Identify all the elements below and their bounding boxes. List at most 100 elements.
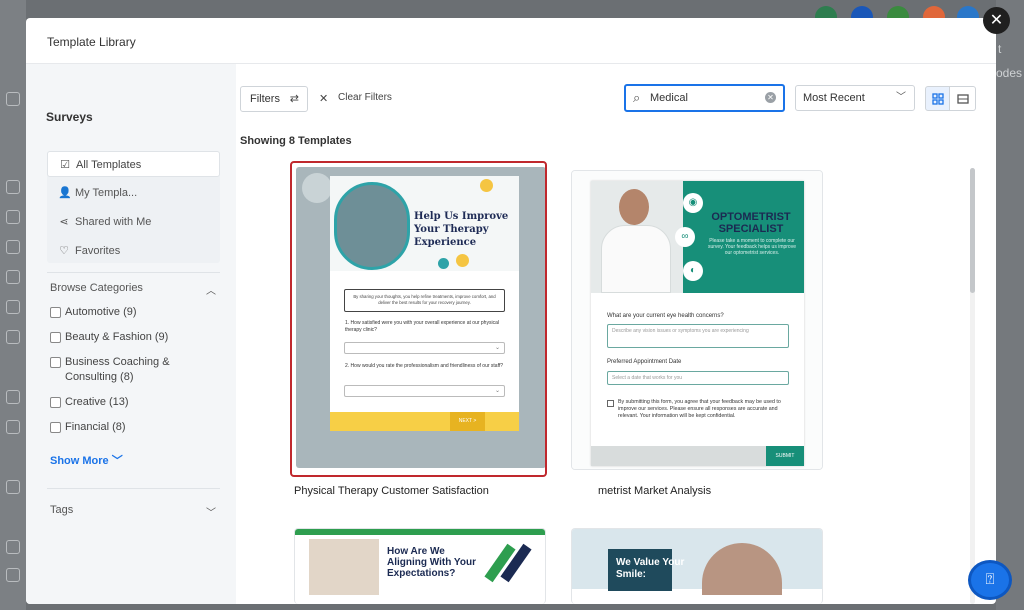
category-checkbox-business-coaching[interactable] [50, 357, 61, 368]
browse-categories-label[interactable]: Browse Categories [50, 282, 143, 294]
preview-question-2: 2. How would you rate the professionalis… [345, 363, 504, 369]
preview-hero: ◉ ∞ ◐ OPTOMETRIST SPECIALIST Please take… [591, 181, 804, 293]
template-preview: How Are We Aligning With Your Expectatio… [295, 529, 545, 595]
sidebar-item-label: All Templates [76, 159, 142, 171]
category-checkbox-creative[interactable] [50, 397, 61, 408]
glasses-icon: ∞ [675, 227, 695, 247]
tags-label[interactable]: Tags [50, 504, 73, 516]
preview-headline: OPTOMETRIST SPECIALIST [711, 211, 791, 235]
template-library-modal: Template Library Surveys ☑ All Templates … [26, 18, 996, 604]
preview-intro: By sharing your thoughts, you help refin… [344, 289, 505, 312]
background-icon [6, 270, 20, 284]
results-count: Showing 8 Templates [240, 135, 352, 147]
show-more-label: Show More [50, 455, 109, 467]
preview-field-label: Preferred Appointment Date [607, 359, 682, 365]
close-icon: ✕ [989, 12, 1004, 29]
modal-header: Template Library [26, 18, 996, 64]
template-card-optometrist[interactable]: ◉ ∞ ◐ OPTOMETRIST SPECIALIST Please take… [571, 170, 823, 470]
sidebar-item-favorites[interactable]: ♡ Favorites [47, 238, 220, 264]
sort-select[interactable]: Most Recent ﹀ [795, 85, 915, 111]
preview-hero: Help Us Improve Your Therapy Experience [330, 176, 519, 271]
sidebar-item-shared-with-me[interactable]: ⋖ Shared with Me [47, 209, 220, 235]
preview-submit-button: SUBMIT [766, 446, 804, 466]
category-checkbox-automotive[interactable] [50, 307, 61, 318]
chat-icon: ⍰ [985, 571, 995, 588]
preview-banner [295, 529, 545, 535]
chevron-down-icon[interactable]: ﹀ [206, 504, 216, 519]
grid-view-button[interactable] [925, 86, 950, 111]
help-chat-button[interactable]: ⍰ [968, 560, 1012, 600]
divider [47, 272, 220, 273]
search-input[interactable] [650, 90, 760, 106]
chevron-down-icon: ⌄ [494, 388, 500, 394]
category-label: Beauty & Fashion (9) [65, 331, 169, 343]
user-icon: 👤 [58, 187, 72, 199]
preview-headline: We Value Your Smile: [616, 557, 685, 580]
eye-icon: ◉ [683, 193, 703, 213]
chevron-up-icon[interactable]: ︿ [206, 282, 216, 297]
background-icon [6, 210, 20, 224]
divider [47, 488, 220, 489]
background-icon [6, 420, 20, 434]
preview-footer [330, 412, 519, 431]
category-label: Financial (8) [65, 421, 126, 433]
preview-field-label: What are your current eye health concern… [607, 313, 724, 319]
filters-label: Filters [250, 93, 280, 105]
decor-shape [302, 173, 332, 203]
preview-checkbox [607, 400, 614, 407]
photo-coat [601, 225, 671, 293]
preview-dropdown-1: ⌄ [344, 342, 505, 354]
close-modal-button[interactable]: ✕ [983, 7, 1010, 34]
list-icon [957, 94, 969, 104]
search-icon: ⌕ [633, 90, 641, 105]
sidebar-item-label: Favorites [75, 245, 121, 257]
chevron-down-icon: ﹀ [111, 455, 123, 467]
preview-subtitle: Please take a moment to complete our sur… [707, 238, 796, 256]
optometrist-photo [591, 181, 683, 293]
category-label: Automotive (9) [65, 306, 137, 318]
sidebar-item-label: Shared with Me [75, 216, 152, 228]
background-text: odes [996, 66, 1023, 80]
template-title[interactable]: Physical Therapy Customer Satisfaction [294, 485, 489, 497]
category-checkbox-beauty-fashion[interactable] [50, 332, 61, 343]
preview-form: Help Us Improve Your Therapy Experience … [330, 176, 519, 431]
check-square-icon: ☑ [60, 159, 70, 171]
clear-search-icon[interactable]: ✕ [765, 92, 776, 103]
sort-value: Most Recent [803, 92, 865, 104]
therapy-photo [334, 182, 410, 270]
category-checkbox-financial[interactable] [50, 422, 61, 433]
preview-question-1: 1. How satisfied were you with your over… [345, 320, 499, 333]
preview-textarea: Describe any vision issues or symptoms y… [607, 324, 789, 348]
clear-filters-icon[interactable]: ✕ [319, 92, 328, 105]
share-icon: ⋖ [59, 216, 69, 228]
background-icon [6, 330, 20, 344]
clear-filters-link[interactable]: Clear Filters [338, 92, 392, 103]
show-more-link[interactable]: Show More ﹀ [50, 452, 123, 468]
template-card-physical-therapy[interactable]: Help Us Improve Your Therapy Experience … [290, 161, 547, 477]
preview-photo [309, 539, 379, 595]
template-card-smile[interactable]: We Value Your Smile: [571, 528, 823, 604]
background-icon [6, 480, 20, 494]
sidebar-item-my-templates[interactable]: 👤 My Templa... [47, 180, 220, 206]
sidebar: Surveys ☑ All Templates 👤 My Templa... ⋖ Sh… [26, 64, 236, 604]
category-label: Creative (13) [65, 396, 129, 408]
preview-dropdown-2: ⌄ [344, 385, 505, 397]
sidebar-heading: Surveys [46, 110, 93, 124]
preview-consent: By submitting this form, you agree that … [618, 399, 781, 419]
template-preview: We Value Your Smile: [572, 529, 822, 595]
preview-photo [702, 543, 782, 595]
search-box[interactable]: ⌕ ✕ [624, 84, 785, 112]
scrollbar-thumb[interactable] [970, 168, 975, 293]
background-text: t [998, 42, 1002, 56]
preview-next-button: NEXT > [450, 412, 485, 431]
sidebar-item-all-templates[interactable]: ☑ All Templates [47, 151, 220, 177]
template-title[interactable]: metrist Market Analysis [598, 485, 711, 497]
preview-headline: How Are We Aligning With Your Expectatio… [387, 546, 476, 579]
heart-icon: ♡ [59, 245, 69, 257]
filters-button[interactable]: Filters ⇄ [240, 86, 308, 112]
background-icon [6, 92, 20, 106]
template-card-expectations[interactable]: How Are We Aligning With Your Expectatio… [294, 528, 546, 604]
background-icon [6, 390, 20, 404]
preview-date-input: Select a date that works for you [607, 371, 789, 385]
list-view-button[interactable] [950, 86, 976, 111]
